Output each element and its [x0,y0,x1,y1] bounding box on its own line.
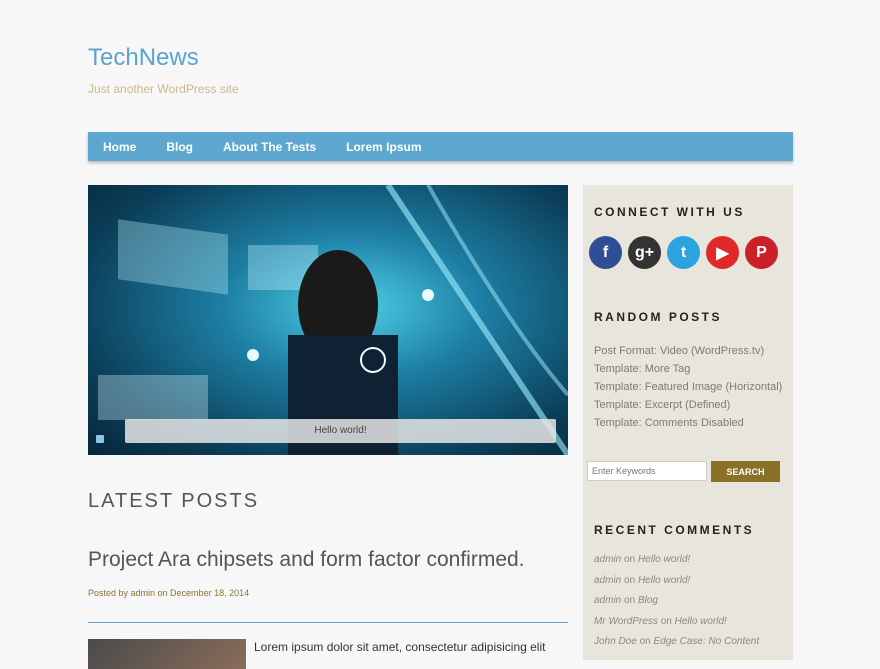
nav-about-the-tests[interactable]: About The Tests [223,140,316,154]
nav-lorem-ipsum[interactable]: Lorem Ipsum [346,140,421,154]
site-title[interactable]: TechNews [88,44,199,72]
site-tagline: Just another WordPress site [88,82,239,96]
pinterest-icon[interactable]: P [745,236,778,269]
random-post-link[interactable]: Template: Comments Disabled [594,414,782,432]
comment-author[interactable]: admin [594,554,621,565]
comment-on: on [624,595,636,606]
sidebar: CONNECT WITH US f g+ t ▶ P RANDOM POSTS … [583,185,793,660]
comment-item: admin on Blog [594,591,759,612]
random-posts-list: Post Format: Video (WordPress.tv) Templa… [594,342,782,432]
slider-caption[interactable]: Hello world! [125,419,556,443]
post-excerpt: Lorem ipsum dolor sit amet, consectetur … [254,640,546,654]
comment-on: on [660,615,672,627]
post-meta: Posted by admin on December 18, 2014 [88,588,250,598]
slider-pager-dot[interactable] [96,435,104,443]
recent-comments-title: RECENT COMMENTS [594,523,755,537]
connect-title: CONNECT WITH US [594,205,745,219]
comment-author[interactable]: admin [594,575,621,586]
slider-image [98,185,568,455]
comment-on: on [624,554,636,565]
comment-item: admin on Hello world! [594,550,759,571]
google-plus-icon[interactable]: g+ [628,236,661,269]
comment-author[interactable]: John Doe [594,636,637,647]
twitter-icon[interactable]: t [667,236,700,269]
youtube-icon[interactable]: ▶ [706,236,739,269]
random-post-link[interactable]: Post Format: Video (WordPress.tv) [594,342,782,360]
recent-comments-list: admin on Hello world! admin on Hello wor… [594,550,759,653]
post-thumbnail[interactable] [88,639,246,669]
comment-author[interactable]: admin [594,595,621,606]
post-title[interactable]: Project Ara chipsets and form factor con… [88,548,525,572]
nav-blog[interactable]: Blog [166,140,193,154]
random-post-link[interactable]: Template: Excerpt (Defined) [594,396,782,414]
search-button[interactable]: SEARCH [711,461,780,482]
comment-item: admin on Hello world! [594,571,759,592]
random-posts-title: RANDOM POSTS [594,310,723,324]
search-input[interactable] [587,461,707,481]
featured-slider[interactable]: Hello world! [88,185,568,455]
comment-item: John Doe on Edge Case: No Content [594,632,759,653]
facebook-icon[interactable]: f [589,236,622,269]
random-post-link[interactable]: Template: Featured Image (Horizontal) [594,378,782,396]
comment-post-link[interactable]: Blog [638,595,658,606]
comment-author[interactable]: Mr WordPress [594,616,658,627]
main-nav: Home Blog About The Tests Lorem Ipsum [88,132,793,161]
section-title: LATEST POSTS [88,490,260,512]
post-divider [88,622,568,623]
nav-home[interactable]: Home [103,140,136,154]
comment-post-link[interactable]: Hello world! [675,616,727,627]
comment-on: on [639,636,651,647]
comment-post-link[interactable]: Hello world! [638,554,690,565]
comment-post-link[interactable]: Edge Case: No Content [654,636,760,647]
comment-item: Mr WordPress on Hello world! [594,612,759,633]
random-post-link[interactable]: Template: More Tag [594,360,782,378]
comment-post-link[interactable]: Hello world! [638,575,690,586]
comment-on: on [624,574,636,586]
social-icons: f g+ t ▶ P [589,236,778,269]
